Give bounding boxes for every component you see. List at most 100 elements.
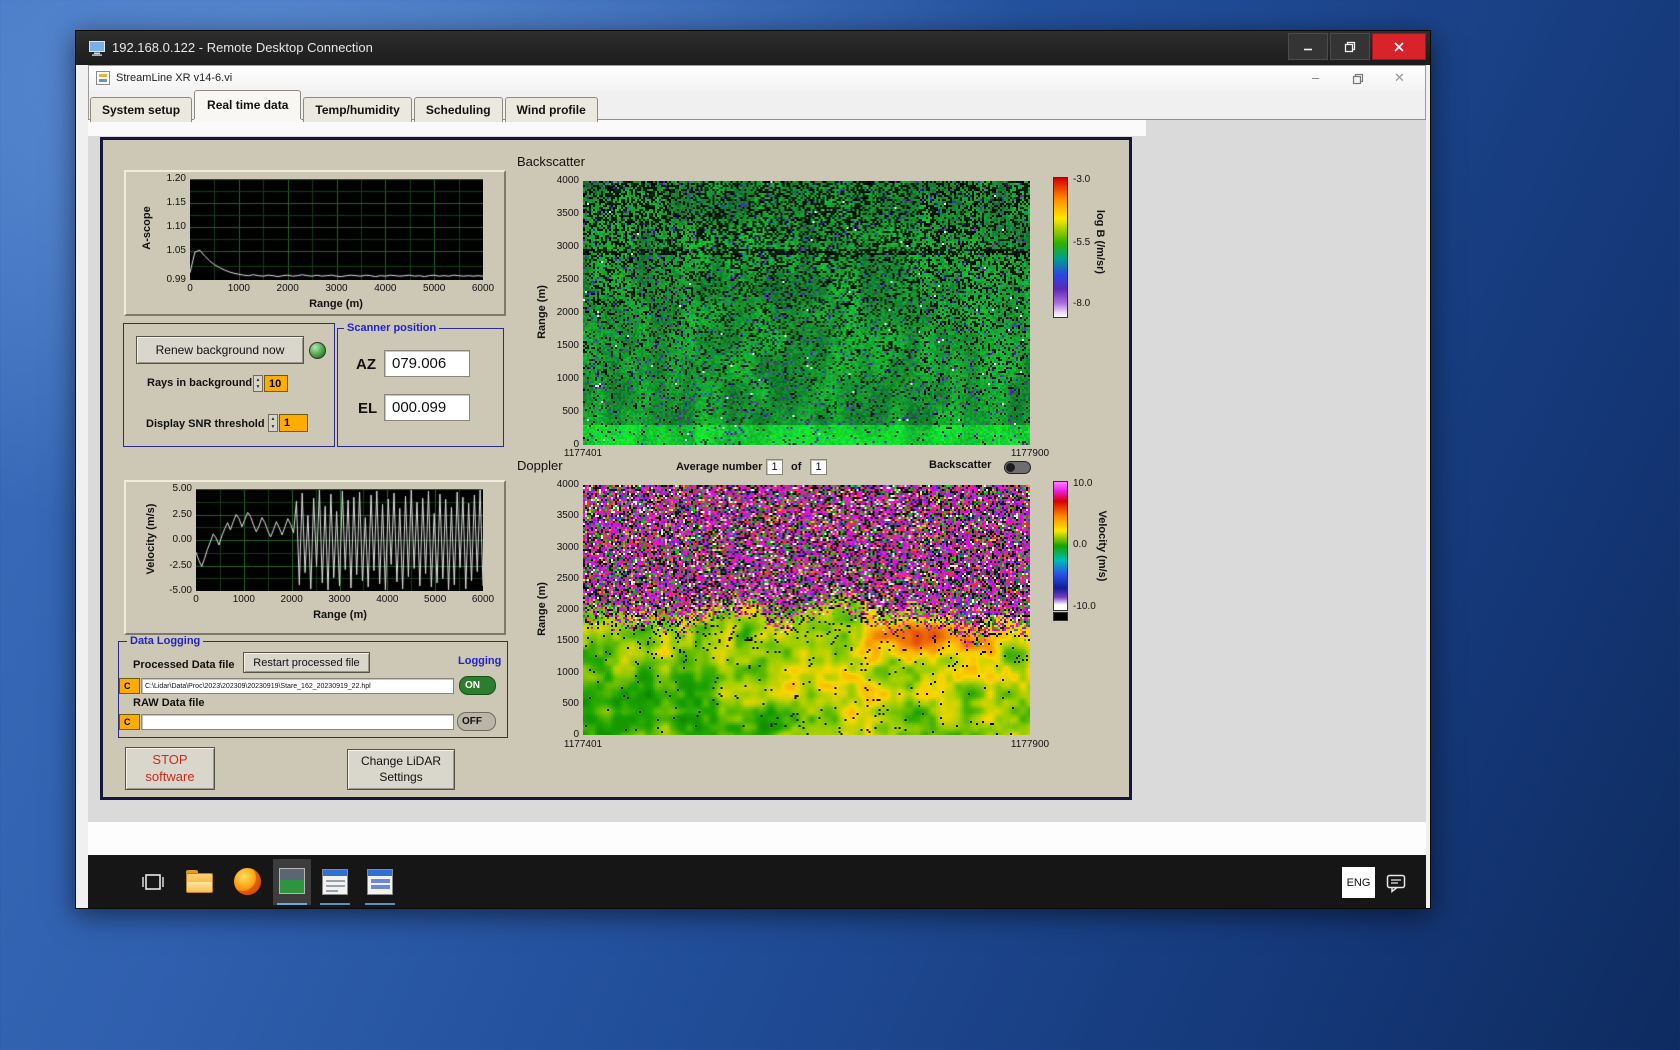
processed-path-field[interactable]: C:\Lidar\Data\Proc\2023\202309\20230919\… — [141, 678, 454, 694]
axis-tick: 1.10 — [166, 221, 186, 233]
axis-tick: 4000 — [556, 479, 579, 490]
rays-in-background-label: Rays in background — [147, 377, 253, 389]
scanner-position-title: Scanner position — [344, 322, 440, 334]
axis-tick: 1000 — [556, 373, 579, 384]
axis-tick: 2.50 — [172, 508, 192, 520]
app-window-underline — [365, 903, 395, 905]
snr-spin-down-icon[interactable]: ▼ — [271, 424, 276, 430]
axis-tick: 1500 — [556, 635, 579, 647]
rays-value-field[interactable]: 10 — [264, 375, 288, 392]
axis-tick: 1000 — [232, 594, 255, 605]
rays-spin-down-icon[interactable]: ▼ — [256, 384, 261, 390]
az-value-field: 079.006 — [384, 350, 470, 377]
stop-button-line1: STOP — [152, 751, 188, 767]
axis-tick: -3.0 — [1073, 173, 1091, 185]
axis-tick: 0 — [187, 283, 193, 294]
scan-scheduler-underline — [320, 903, 350, 905]
renew-status-led — [309, 342, 326, 359]
rdp-minimize-button[interactable] — [1288, 33, 1328, 60]
doppler-x-end-label: 1177900 — [1010, 739, 1050, 750]
app-close-button[interactable]: ✕ — [1394, 71, 1405, 84]
axis-tick: 1.05 — [166, 245, 186, 257]
app-window-icon[interactable] — [367, 869, 393, 895]
el-label: EL — [358, 400, 378, 417]
snr-threshold-label: Display SNR threshold — [146, 418, 265, 430]
backscatter-toggle-label: Backscatter — [929, 459, 992, 471]
axis-tick: 0 — [573, 729, 579, 740]
tab-real-time-data[interactable]: Real time data — [194, 90, 302, 119]
axis-tick: 3500 — [556, 510, 579, 522]
axis-tick: 3500 — [556, 208, 579, 219]
active-app-thumbnail-icon — [279, 868, 305, 894]
app-minimize-button[interactable]: – — [1312, 71, 1319, 84]
velocity-plot-canvas — [196, 489, 483, 591]
axis-tick: 500 — [562, 697, 579, 709]
app-title-bar[interactable] — [89, 66, 1425, 91]
raw-logging-toggle[interactable]: OFF — [457, 712, 496, 731]
snr-value-field[interactable]: 1 — [279, 414, 308, 432]
processed-logging-toggle[interactable]: ON — [459, 676, 496, 695]
processed-drive-box[interactable]: C — [119, 678, 140, 694]
axis-tick: 2000 — [276, 283, 299, 294]
task-view-icon[interactable] — [139, 868, 167, 896]
axis-tick: 3000 — [556, 241, 579, 252]
rays-spin-up-icon[interactable]: ▲ — [256, 377, 261, 383]
language-indicator-label: ENG — [1346, 876, 1371, 889]
stop-software-button[interactable]: STOP software — [125, 747, 215, 790]
axis-tick: 6000 — [471, 283, 495, 294]
change-button-line1: Change LiDAR — [360, 753, 442, 768]
active-app-highlight[interactable] — [273, 859, 311, 905]
snr-spin-up-icon[interactable]: ▲ — [271, 416, 276, 422]
axis-tick: 4000 — [374, 283, 397, 294]
tab-bar: System setup Real time data Temp/humidity S… — [90, 90, 600, 122]
axis-tick: 0.0 — [1073, 538, 1087, 550]
processed-data-file-label: Processed Data file — [133, 659, 235, 671]
vi-file-icon — [96, 71, 110, 85]
axis-tick: 2500 — [556, 274, 579, 285]
restart-processed-file-button[interactable]: Restart processed file — [243, 652, 370, 673]
average-of-label: of — [791, 461, 802, 473]
front-panel-top-strip — [88, 120, 1146, 136]
backscatter-toggle[interactable] — [1004, 461, 1031, 474]
feedback-chat-icon[interactable] — [1384, 871, 1408, 895]
velocity-x-axis-label: Range (m) — [313, 609, 367, 621]
axis-tick: 1000 — [227, 283, 250, 294]
axis-tick: 1500 — [556, 340, 579, 351]
tab-wind-profile[interactable]: Wind profile — [504, 97, 598, 122]
scan-scheduler-app-icon[interactable] — [322, 869, 348, 895]
tab-temp-humidity[interactable]: Temp/humidity — [303, 97, 412, 122]
rdp-restore-button[interactable] — [1330, 33, 1370, 60]
axis-tick: 5000 — [423, 283, 446, 294]
doppler-colorbar-black-cap — [1053, 612, 1068, 621]
axis-tick: 5000 — [424, 594, 447, 605]
app-restore-button[interactable] — [1352, 73, 1364, 85]
average-number-field[interactable]: 1 — [766, 459, 783, 475]
axis-tick: 2000 — [556, 307, 579, 318]
rays-spinner[interactable]: ▲ ▼ — [253, 375, 263, 392]
backscatter-x-end-label: 1177900 — [1010, 448, 1050, 459]
rdp-close-button[interactable] — [1372, 33, 1426, 60]
file-explorer-icon[interactable] — [186, 870, 213, 893]
axis-tick: 2000 — [280, 594, 303, 605]
raw-data-file-label: RAW Data file — [133, 697, 205, 709]
axis-tick: -5.5 — [1073, 237, 1091, 249]
renew-background-button[interactable]: Renew background now — [136, 336, 304, 364]
tab-scheduling[interactable]: Scheduling — [413, 97, 503, 122]
snr-spinner[interactable]: ▲ ▼ — [268, 414, 278, 432]
raw-drive-box[interactable]: C — [119, 714, 140, 730]
stop-button-line2: software — [145, 768, 195, 784]
scanner-position-box: Scanner position — [337, 322, 504, 447]
tab-system-setup[interactable]: System setup — [90, 97, 193, 122]
axis-tick: 3000 — [325, 283, 348, 294]
backscatter-colorbar — [1053, 177, 1068, 318]
off-toggle-label: OFF — [462, 716, 482, 727]
change-lidar-settings-button[interactable]: Change LiDAR Settings — [347, 749, 455, 790]
axis-tick: 5.00 — [172, 483, 192, 494]
ascope-plot-canvas — [190, 179, 483, 280]
raw-path-field[interactable] — [141, 714, 454, 730]
axis-tick: 4000 — [376, 594, 399, 605]
firefox-icon[interactable] — [234, 868, 261, 895]
language-indicator[interactable]: ENG — [1342, 867, 1375, 898]
average-total-field[interactable]: 1 — [810, 459, 827, 475]
front-panel-bottom-strip — [88, 822, 1426, 855]
